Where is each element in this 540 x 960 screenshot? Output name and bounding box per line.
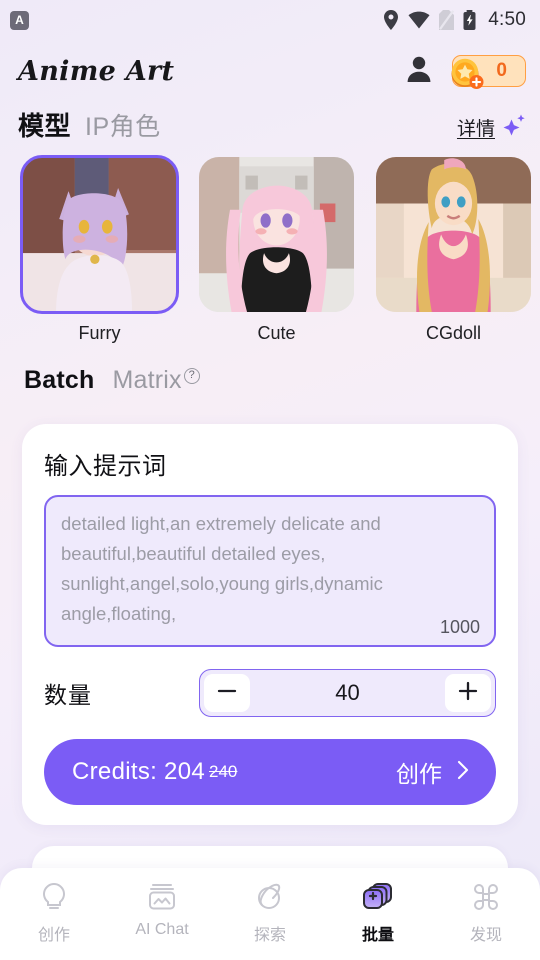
coin-count: 0 bbox=[496, 60, 507, 81]
nav-item-batch[interactable]: 批量 bbox=[324, 880, 432, 945]
tab-matrix[interactable]: Matrix ? bbox=[112, 366, 200, 395]
quantity-increase-button[interactable] bbox=[445, 674, 491, 712]
sparkle-icon bbox=[502, 113, 526, 142]
prompt-input-value: detailed light,an extremely delicate and… bbox=[61, 513, 389, 624]
lightbulb-icon bbox=[39, 880, 69, 914]
grid-flower-icon bbox=[470, 880, 502, 914]
location-pin-icon bbox=[383, 10, 399, 30]
model-card-furry[interactable]: Furry bbox=[20, 155, 179, 344]
quantity-label: 数量 bbox=[44, 682, 92, 708]
model-label: Cute bbox=[257, 323, 296, 343]
nav-item-ai-chat[interactable]: AI Chat bbox=[108, 880, 216, 939]
notification-app-icon: A bbox=[10, 10, 29, 30]
sim-off-icon bbox=[439, 10, 455, 30]
model-thumbnail-image[interactable] bbox=[199, 157, 354, 312]
nav-item-explore[interactable]: 探索 bbox=[216, 880, 324, 945]
model-thumbnail-row[interactable]: Furry Cute CGdoll bbox=[0, 143, 540, 344]
quantity-decrease-button[interactable] bbox=[204, 674, 250, 712]
minus-icon bbox=[216, 680, 238, 707]
quantity-stepper[interactable]: 40 bbox=[199, 669, 496, 717]
status-bar: A 4:50 bbox=[0, 0, 540, 40]
planet-icon bbox=[254, 880, 286, 914]
app-header: Anime Art 0 bbox=[0, 40, 540, 102]
model-tab-model[interactable]: 模型 bbox=[18, 106, 71, 143]
create-label: 创作 bbox=[396, 761, 442, 787]
create-credits-button[interactable]: Credits: 204 240 创作 bbox=[44, 739, 496, 805]
tab-batch[interactable]: Batch bbox=[24, 366, 94, 395]
plus-icon bbox=[457, 680, 479, 707]
model-card-cute[interactable]: Cute bbox=[199, 157, 354, 344]
bottom-navigation[interactable]: 创作 AI Chat 探索 批量 发现 bbox=[0, 868, 540, 960]
create-action: 创作 bbox=[396, 755, 470, 789]
quantity-value: 40 bbox=[335, 680, 360, 705]
help-question-icon[interactable]: ? bbox=[183, 368, 200, 384]
person-icon bbox=[404, 54, 434, 89]
tab-matrix-label: Matrix bbox=[112, 366, 182, 394]
prompt-char-count: 1000 bbox=[431, 617, 480, 638]
model-label: Furry bbox=[78, 323, 121, 343]
profile-button[interactable] bbox=[402, 54, 436, 88]
credits-badge[interactable]: 0 bbox=[451, 54, 526, 89]
batch-layers-plus-icon bbox=[361, 880, 395, 914]
photo-stack-icon bbox=[146, 880, 178, 914]
detail-link-label: 详情 bbox=[456, 119, 495, 140]
model-section-header: 模型 IP角色 详情 bbox=[0, 102, 540, 143]
model-thumbnail-image[interactable] bbox=[20, 155, 179, 314]
nav-item-create[interactable]: 创作 bbox=[0, 880, 108, 945]
prompt-input[interactable]: detailed light,an extremely delicate and… bbox=[44, 495, 496, 647]
model-card-cgdoll[interactable]: CGdoll bbox=[376, 157, 531, 344]
nav-label: 发现 bbox=[469, 927, 502, 944]
star-coin-icon bbox=[448, 54, 488, 97]
wifi-icon bbox=[408, 11, 430, 29]
app-title: Anime Art bbox=[18, 55, 175, 87]
prompt-card: 输入提示词 detailed light,an extremely delica… bbox=[22, 424, 518, 825]
battery-charging-icon bbox=[463, 10, 476, 30]
tab-batch-label: Batch bbox=[24, 366, 95, 394]
nav-label: 批量 bbox=[361, 927, 394, 944]
nav-label: AI Chat bbox=[135, 921, 189, 938]
credits-original-price: 240 bbox=[209, 762, 238, 781]
chevron-right-icon bbox=[456, 759, 470, 786]
detail-link[interactable]: 详情 bbox=[457, 113, 526, 142]
notification-app-letter: A bbox=[15, 13, 24, 27]
model-thumbnail-image[interactable] bbox=[376, 157, 531, 312]
model-label: CGdoll bbox=[425, 323, 482, 343]
status-icons: 4:50 bbox=[383, 9, 526, 31]
prompt-card-title: 输入提示词 bbox=[44, 453, 167, 480]
quantity-row: 数量 40 bbox=[44, 669, 496, 717]
model-tab-ip-character[interactable]: IP角色 bbox=[85, 107, 161, 143]
status-time: 4:50 bbox=[488, 9, 526, 30]
nav-item-discover[interactable]: 发现 bbox=[432, 880, 540, 945]
nav-label: 创作 bbox=[37, 927, 70, 944]
mode-tabs[interactable]: Batch Matrix ? bbox=[0, 344, 540, 395]
nav-label: 探索 bbox=[253, 927, 286, 944]
credits-label: Credits: 204 bbox=[72, 758, 205, 785]
